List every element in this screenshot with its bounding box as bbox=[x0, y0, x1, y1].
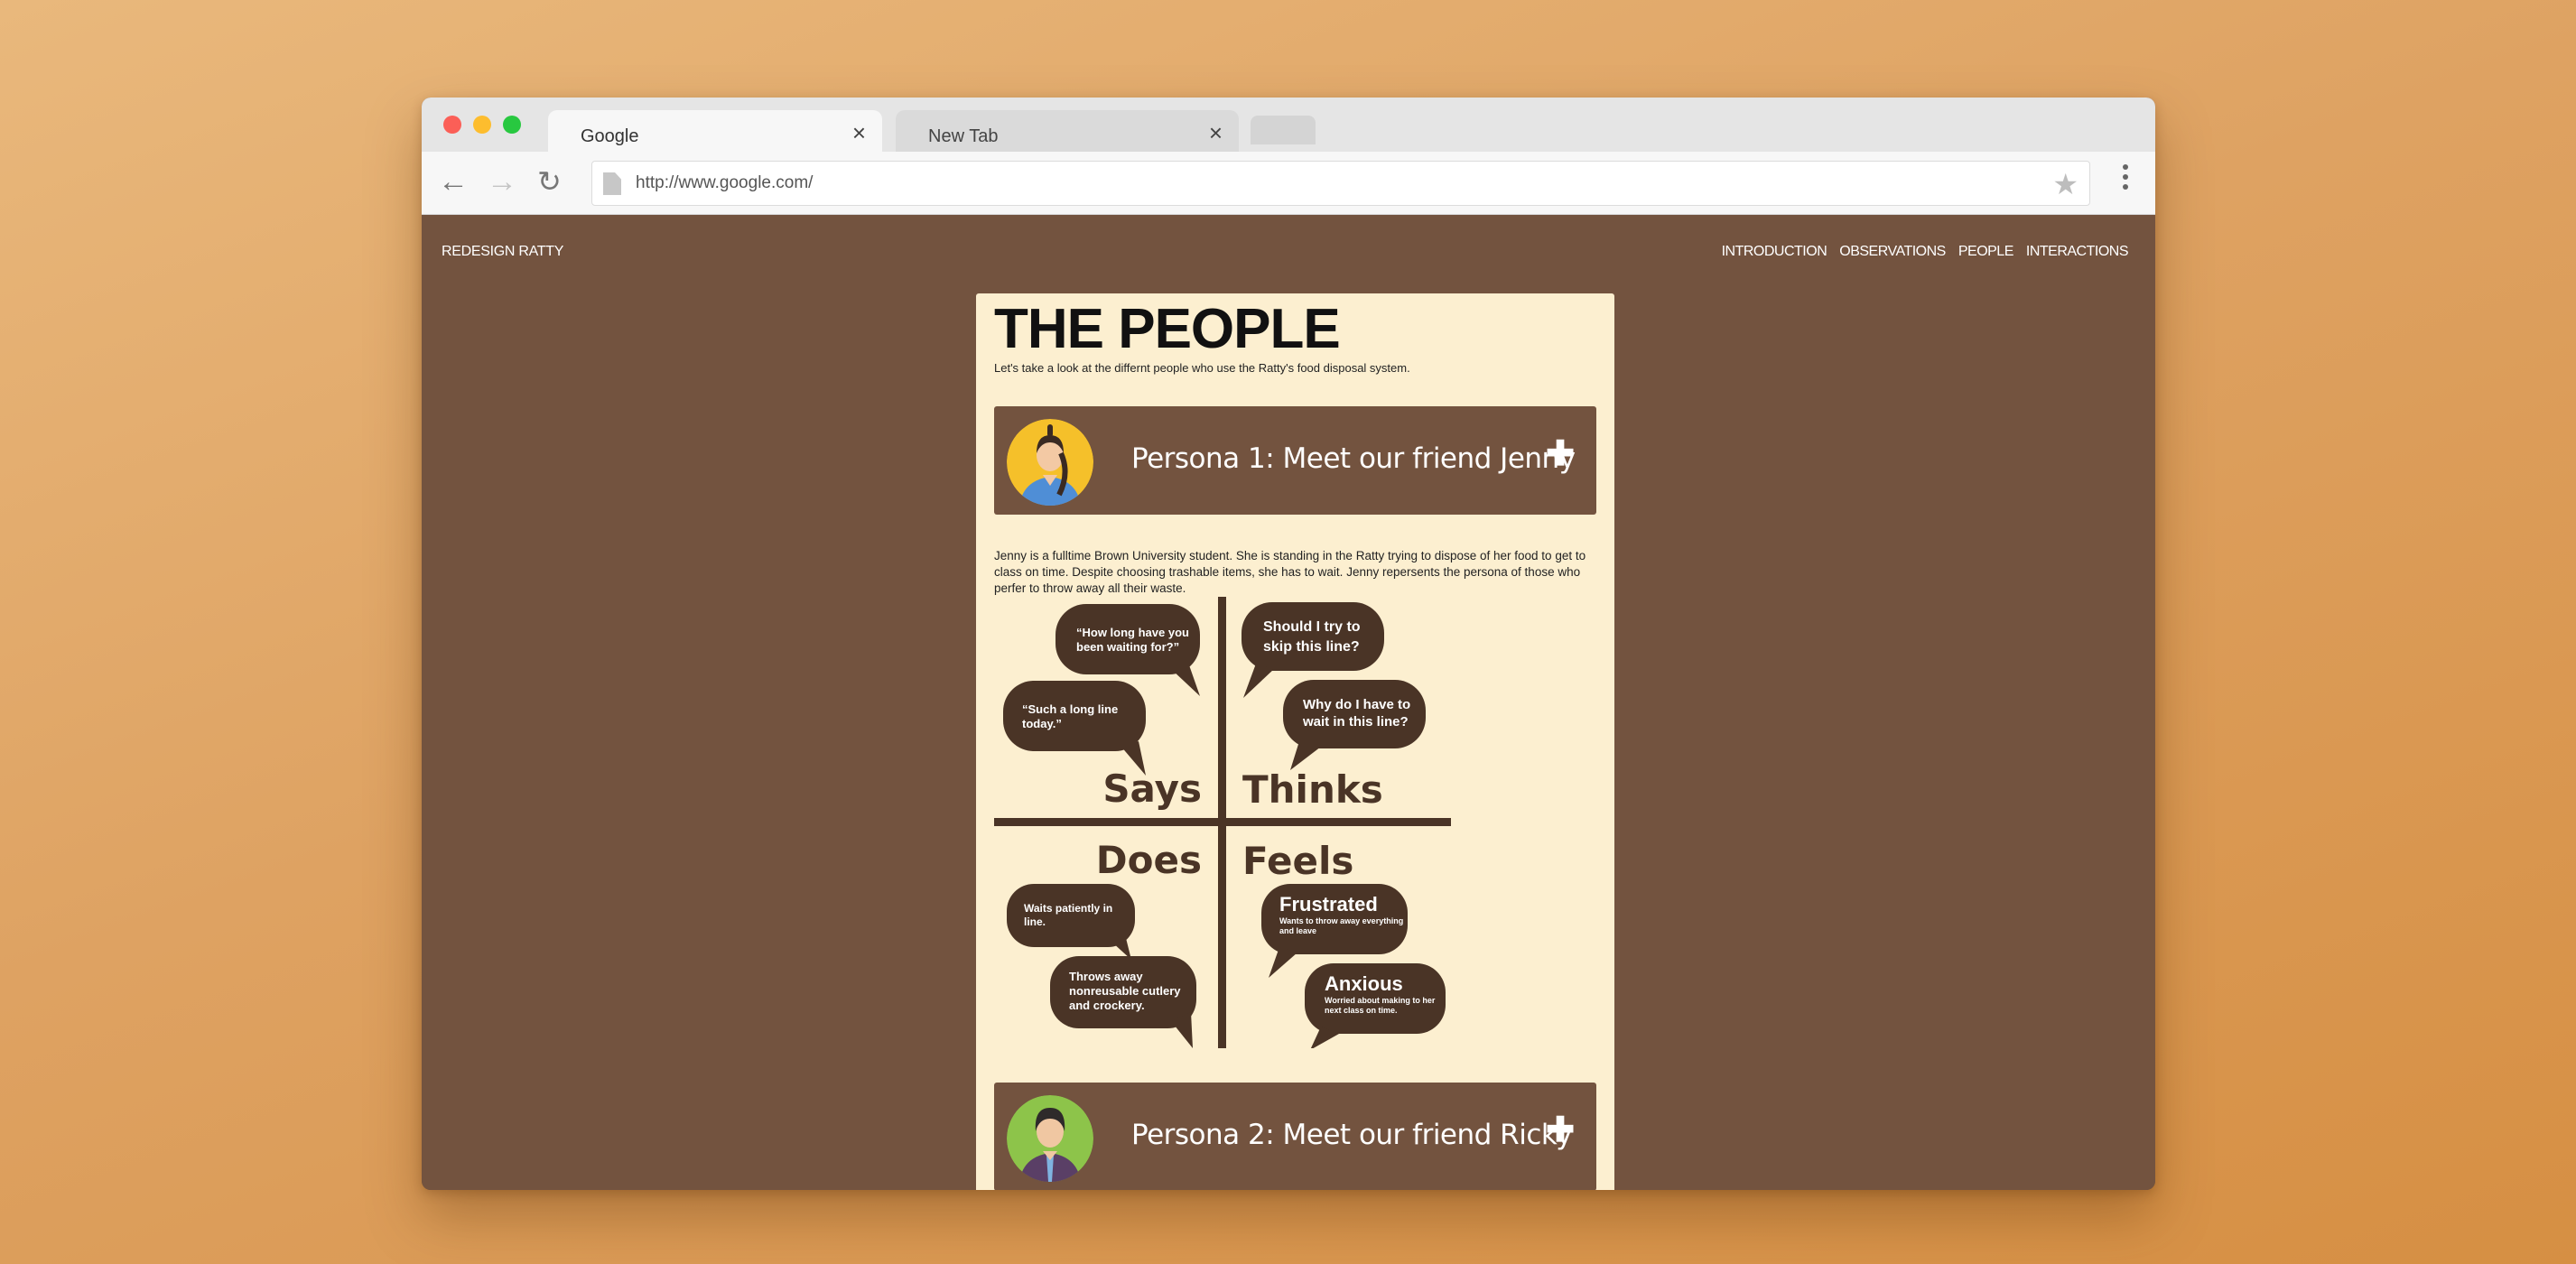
close-tab-icon[interactable]: × bbox=[1209, 119, 1223, 147]
forward-arrow-icon[interactable]: → bbox=[487, 166, 517, 197]
persona-2-title: Persona 2: Meet our friend Ricky bbox=[1131, 1119, 1573, 1151]
new-tab-button[interactable] bbox=[1251, 116, 1316, 144]
tab-bar: Google × New Tab × bbox=[422, 98, 2155, 152]
close-window-button[interactable] bbox=[443, 116, 461, 134]
back-arrow-icon[interactable]: ← bbox=[438, 166, 469, 197]
thinks-bubble-2: Why do I have to wait in this line? bbox=[1283, 680, 1426, 770]
browser-toolbar: ← → ↻ http://www.google.com/ ★ bbox=[422, 152, 2155, 215]
nav-link-observations[interactable]: OBSERVATIONS bbox=[1839, 244, 1946, 260]
site-nav: INTRODUCTION OBSERVATIONS PEOPLE INTERAC… bbox=[1722, 244, 2129, 260]
tab-label: Google bbox=[581, 126, 639, 146]
empathy-map: “How long have you been waiting for?” “S… bbox=[994, 597, 1451, 1048]
feels-bubble-1-heading: Frustrated bbox=[1279, 893, 1378, 915]
minimize-window-button[interactable] bbox=[473, 116, 491, 134]
feels-bubble-1-text: Wants to throw away everything bbox=[1279, 916, 1403, 925]
empathy-map-horizontal-axis bbox=[994, 818, 1451, 826]
does-bubble-1: Waits patiently in line. bbox=[1007, 884, 1135, 960]
thinks-bubble-1-text: Should I try to bbox=[1263, 619, 1361, 635]
nav-link-people[interactable]: PEOPLE bbox=[1958, 244, 2014, 260]
url-text[interactable]: http://www.google.com/ bbox=[636, 173, 813, 193]
page-intro: Let's take a look at the differnt people… bbox=[994, 361, 1410, 375]
persona-1-description: Jenny is a fulltime Brown University stu… bbox=[994, 549, 1586, 595]
page-icon bbox=[603, 172, 621, 195]
feels-bubble-2-heading: Anxious bbox=[1325, 972, 1403, 995]
feels-bubble-2: Anxious Worried about making to her next… bbox=[1305, 963, 1446, 1048]
address-bar[interactable]: http://www.google.com/ ★ bbox=[591, 161, 2090, 206]
bookmark-star-icon[interactable]: ★ bbox=[2052, 167, 2078, 201]
page-viewport: REDESIGN RATTY INTRODUCTION OBSERVATIONS… bbox=[422, 216, 2155, 1190]
close-tab-icon[interactable]: × bbox=[852, 119, 866, 147]
says-bubble-1-text: “How long have you bbox=[1076, 626, 1189, 639]
nav-link-introduction[interactable]: INTRODUCTION bbox=[1722, 244, 1827, 260]
menu-dots-icon[interactable] bbox=[2123, 164, 2128, 194]
nav-link-interactions[interactable]: INTERACTIONS bbox=[2026, 244, 2129, 260]
maximize-window-button[interactable] bbox=[503, 116, 521, 134]
page-title: THE PEOPLE bbox=[994, 298, 1341, 360]
quadrant-says-label: Says bbox=[1102, 767, 1202, 811]
says-bubble-2: “Such a long line today.” bbox=[1003, 681, 1146, 776]
tab-new-tab[interactable]: New Tab × bbox=[896, 110, 1239, 152]
thinks-bubble-2-text-2: wait in this line? bbox=[1302, 714, 1409, 730]
tab-google[interactable]: Google × bbox=[548, 110, 882, 152]
does-bubble-2-text-3: and crockery. bbox=[1069, 999, 1145, 1012]
persona-1-title: Persona 1: Meet our friend Jenny bbox=[1131, 442, 1576, 475]
does-bubble-2-text-2: nonreusable cutlery bbox=[1069, 984, 1181, 998]
thinks-bubble-1-text-2: skip this line? bbox=[1263, 639, 1360, 655]
does-bubble-1-text: Waits patiently in bbox=[1024, 902, 1112, 915]
says-bubble-2-text: “Such a long line bbox=[1022, 702, 1118, 716]
quadrant-thinks-label: Thinks bbox=[1242, 767, 1383, 812]
avatar bbox=[1007, 1095, 1093, 1182]
feels-bubble-1-text-2: and leave bbox=[1279, 926, 1316, 935]
feels-bubble-2-text-2: next class on time. bbox=[1325, 1006, 1398, 1015]
persona-1-header[interactable]: Persona 1: Meet our friend Jenny ✚ bbox=[994, 406, 1596, 515]
thinks-bubble-2-text: Why do I have to bbox=[1303, 697, 1410, 712]
does-bubble-1-text-2: line. bbox=[1024, 915, 1046, 928]
content-card: THE PEOPLE Let's take a look at the diff… bbox=[976, 293, 1614, 1190]
says-bubble-2-text-2: today.” bbox=[1022, 717, 1062, 730]
reload-icon[interactable]: ↻ bbox=[537, 166, 562, 197]
feels-bubble-2-text: Worried about making to her bbox=[1325, 996, 1436, 1005]
avatar bbox=[1007, 419, 1093, 506]
tab-label: New Tab bbox=[928, 126, 999, 146]
says-bubble-1-text-2: been waiting for?” bbox=[1076, 640, 1179, 654]
persona-2-header[interactable]: Persona 2: Meet our friend Ricky ✚ bbox=[994, 1083, 1596, 1190]
site-brand[interactable]: REDESIGN RATTY bbox=[442, 244, 563, 260]
quadrant-does-label: Does bbox=[1096, 838, 1202, 882]
expand-plus-icon[interactable]: ✚ bbox=[1546, 1110, 1575, 1150]
quadrant-feels-label: Feels bbox=[1242, 839, 1353, 883]
does-bubble-2-text: Throws away bbox=[1069, 970, 1143, 983]
browser-window: Google × New Tab × ← → ↻ http://www.goog… bbox=[422, 98, 2155, 1190]
does-bubble-2: Throws away nonreusable cutlery and croc… bbox=[1050, 956, 1196, 1048]
expand-plus-icon[interactable]: ✚ bbox=[1546, 433, 1575, 474]
